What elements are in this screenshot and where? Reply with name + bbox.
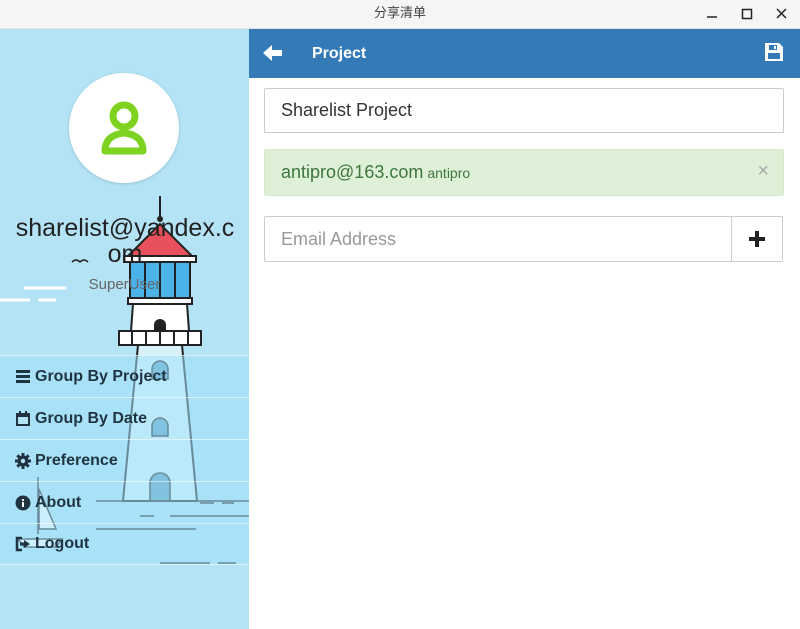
save-icon[interactable] [765, 43, 783, 66]
page-title: Project [312, 45, 367, 62]
plus-icon [749, 231, 765, 247]
email-field[interactable] [264, 216, 732, 262]
user-role: SuperUser [88, 276, 161, 293]
sidebar: sharelist@yandex.com SuperUser Group By … [0, 29, 249, 629]
app-header: Project [249, 29, 800, 78]
gear-icon [15, 452, 31, 469]
close-icon[interactable] [772, 4, 792, 24]
minimize-icon[interactable] [702, 4, 722, 24]
logout-icon [15, 536, 31, 552]
window-title: 分享清单 [373, 6, 426, 21]
user-icon [101, 101, 147, 155]
member-name: antipro [427, 165, 471, 181]
calendar-icon [15, 410, 31, 427]
add-member-button[interactable] [731, 216, 783, 262]
sidebar-menu: Group By Project Group By Date Preferenc… [0, 355, 249, 565]
sidebar-item-group-by-project[interactable]: Group By Project [0, 355, 249, 397]
maximize-icon[interactable] [737, 4, 757, 24]
sidebar-item-label: Group By Date [35, 409, 148, 427]
sidebar-item-label: Logout [35, 535, 90, 552]
member-email: antipro@163.com [281, 162, 424, 182]
sidebar-item-preference[interactable]: Preference [0, 439, 249, 481]
avatar[interactable] [69, 73, 179, 183]
project-name-input[interactable] [264, 88, 784, 133]
window-titlebar: 分享清单 [0, 0, 800, 29]
list-icon [15, 369, 31, 385]
sidebar-item-group-by-date[interactable]: Group By Date [0, 397, 249, 439]
info-icon [15, 495, 31, 511]
sidebar-item-label: Group By Project [35, 367, 167, 385]
back-arrow-icon[interactable] [263, 44, 283, 67]
remove-member-icon[interactable]: × [757, 160, 769, 183]
sidebar-item-label: Preference [35, 451, 118, 469]
member-row: antipro@163.com antipro × [264, 149, 784, 196]
sidebar-item-label: About [35, 493, 82, 511]
sidebar-item-logout[interactable]: Logout [0, 523, 249, 565]
user-email: sharelist@yandex.com [15, 214, 235, 268]
sidebar-item-about[interactable]: About [0, 481, 249, 523]
